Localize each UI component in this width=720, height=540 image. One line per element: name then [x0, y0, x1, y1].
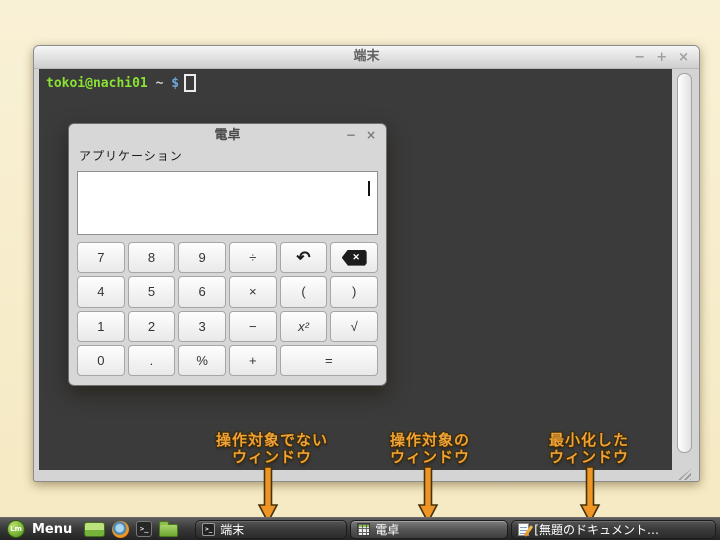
btn-8[interactable]: 8	[127, 242, 176, 274]
down-arrow-icon	[417, 466, 439, 524]
mint-menu-icon[interactable]: Lm	[7, 520, 25, 538]
terminal-prompt: tokoi@nachi01 ~ $	[39, 69, 672, 92]
btn-equals[interactable]: =	[279, 344, 378, 376]
undo-icon: ↶	[296, 247, 311, 267]
terminal-scrollbar[interactable]	[677, 73, 692, 453]
btn-close-paren[interactable]: )	[330, 276, 378, 308]
calculator-window: 電卓 − × アプリケーション 7 8 9 ÷ ↶ ✕ 4 5 6 × () …	[68, 123, 387, 386]
prompt-path: ~	[147, 75, 172, 91]
calculator-window-controls: − ×	[346, 124, 376, 146]
btn-2[interactable]: 2	[127, 310, 176, 342]
annotation-inactive-window: 操作対象でない ウィンドウ	[215, 431, 329, 466]
prompt-symbol: $	[171, 75, 180, 91]
terminal-window-title: 端末	[353, 49, 380, 64]
minimize-icon[interactable]: −	[634, 51, 645, 64]
down-arrow-icon	[579, 466, 601, 524]
firefox-icon[interactable]	[112, 520, 130, 538]
btn-divide[interactable]: ÷	[229, 242, 277, 274]
btn-subtract[interactable]: −	[229, 310, 277, 342]
calculator-display[interactable]	[77, 171, 378, 235]
btn-square-root[interactable]: √	[330, 310, 378, 342]
btn-add[interactable]: +	[229, 344, 277, 376]
terminal-launcher-icon[interactable]: >_	[136, 521, 153, 537]
prompt-user-host: tokoi@nachi01	[46, 75, 148, 91]
calculator-keypad: 7 8 9 ÷ ↶ ✕ 4 5 6 × ( ) 1 2 3 − x² √ 0 .…	[77, 242, 378, 376]
menu-item-applications[interactable]: アプリケーション	[79, 149, 183, 163]
btn-backspace[interactable]: ✕	[330, 242, 378, 274]
btn-0[interactable]: 0	[77, 344, 125, 376]
btn-open-paren[interactable]: (	[279, 276, 328, 308]
terminal-window-controls: − + ×	[634, 46, 689, 68]
menu-button[interactable]: Menu	[32, 522, 72, 537]
window-list: >_ 端末 電卓 [無題のドキュメント…	[195, 519, 717, 539]
text-editor-icon	[518, 522, 530, 536]
btn-undo[interactable]: ↶	[279, 242, 328, 274]
taskbar-button-label: 端末	[220, 522, 245, 537]
maximize-icon[interactable]: +	[656, 51, 667, 64]
down-arrow-icon	[257, 466, 279, 524]
btn-5[interactable]: 5	[127, 276, 176, 308]
btn-1[interactable]: 1	[77, 310, 125, 342]
btn-9[interactable]: 9	[178, 242, 226, 274]
text-cursor	[368, 181, 370, 196]
desktop: 端末 − + × tokoi@nachi01 ~ $ 電卓 − × アプリケーシ…	[0, 0, 720, 540]
taskbar-button-label: [無題のドキュメント…	[534, 522, 659, 537]
annotation-active-window: 操作対象の ウィンドウ	[389, 431, 471, 466]
calculator-menubar: アプリケーション	[69, 146, 386, 167]
terminal-cursor	[184, 74, 197, 92]
calculator-window-title: 電卓	[214, 128, 241, 143]
taskbar-button-label: 電卓	[375, 522, 400, 537]
file-manager-icon[interactable]	[159, 520, 179, 537]
minimize-icon[interactable]: −	[346, 129, 356, 141]
btn-decimal[interactable]: .	[127, 344, 176, 376]
calculator-titlebar[interactable]: 電卓 − ×	[69, 124, 386, 146]
btn-3[interactable]: 3	[178, 310, 226, 342]
close-icon[interactable]: ×	[366, 129, 376, 141]
terminal-titlebar[interactable]: 端末 − + ×	[34, 46, 699, 69]
close-icon[interactable]: ×	[678, 51, 689, 64]
btn-6[interactable]: 6	[178, 276, 226, 308]
btn-multiply[interactable]: ×	[229, 276, 277, 308]
annotation-minimized-window: 最小化した ウィンドウ	[548, 431, 630, 466]
btn-x-squared[interactable]: x²	[279, 310, 328, 342]
btn-percent[interactable]: %	[178, 344, 226, 376]
btn-7[interactable]: 7	[77, 242, 125, 274]
taskbar-button-terminal[interactable]: >_ 端末	[195, 519, 348, 539]
taskbar-button-calculator[interactable]: 電卓	[350, 519, 509, 539]
terminal-icon: >_	[202, 522, 216, 536]
backspace-icon: ✕	[341, 249, 367, 266]
taskbar: Lm Menu >_ >_ 端末 電卓 [無題のドキュメント…	[0, 517, 720, 540]
resize-grip[interactable]	[678, 469, 691, 480]
taskbar-button-document[interactable]: [無題のドキュメント…	[511, 519, 717, 539]
btn-4[interactable]: 4	[77, 276, 125, 308]
show-desktop-icon[interactable]	[84, 521, 106, 537]
calculator-icon	[357, 522, 371, 536]
